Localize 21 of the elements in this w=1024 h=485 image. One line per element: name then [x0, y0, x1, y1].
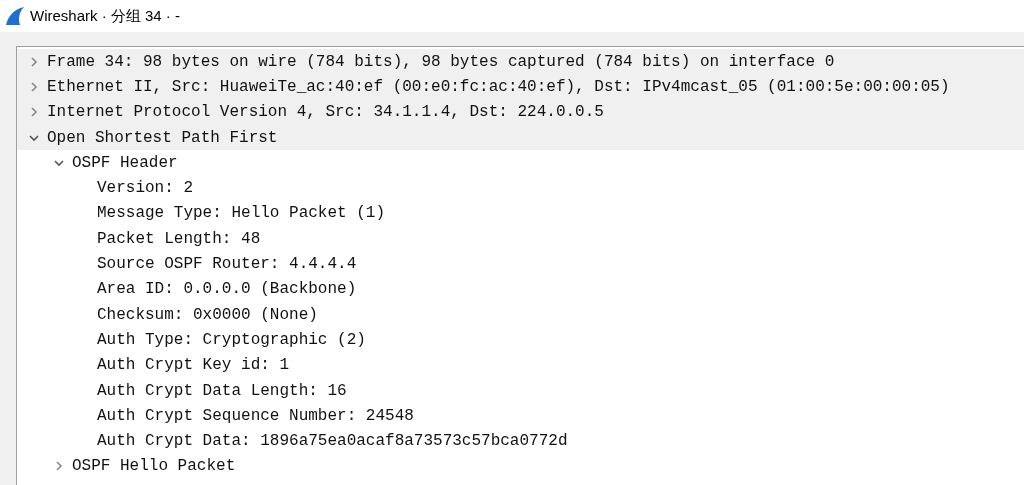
tree-item[interactable]: Checksum: 0x0000 (None) [97, 302, 318, 327]
window-title: Wireshark · 分组 34 · - [30, 5, 180, 26]
tree-item[interactable]: Source OSPF Router: 4.4.4.4 [97, 252, 357, 276]
chevron-right-icon[interactable] [29, 81, 39, 92]
tree-item[interactable]: Packet Length: 48 [97, 226, 261, 251]
chevron-right-icon[interactable] [29, 107, 39, 118]
tree-item[interactable]: Message Type: Hello Packet (1) [97, 201, 386, 226]
chevron-down-icon[interactable] [29, 132, 39, 143]
tree-item[interactable]: OSPF Header [72, 150, 178, 175]
tree-item[interactable]: Auth Crypt Sequence Number: 24548 [97, 403, 414, 428]
chevron-down-icon[interactable] [54, 157, 64, 168]
tree-item[interactable]: Auth Crypt Data Length: 16 [97, 378, 347, 403]
tree-item[interactable]: Auth Crypt Data: 1896a75ea0acaf8a73573c57bca0772d [97, 429, 568, 454]
chevron-right-icon[interactable] [29, 56, 39, 67]
tree-item[interactable]: Auth Crypt Key id: 1 [97, 353, 290, 378]
chevron-right-icon[interactable] [54, 461, 64, 472]
tree-item[interactable]: OSPF Hello Packet [72, 454, 236, 479]
tree-item[interactable]: Version: 2 [97, 176, 193, 201]
shark-fin-icon [4, 6, 26, 26]
tree-item[interactable]: Auth Type: Cryptographic (2) [97, 327, 366, 352]
tree-item[interactable]: Area ID: 0.0.0.0 (Backbone) [97, 277, 357, 302]
